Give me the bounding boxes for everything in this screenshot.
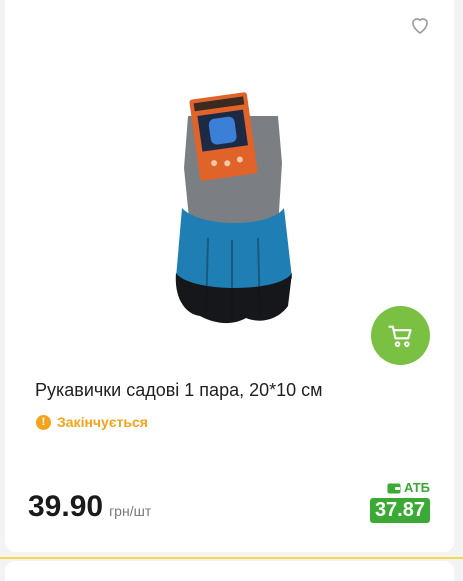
- wallet-icon: [387, 483, 401, 493]
- promo-brand-label: АТБ: [403, 480, 430, 495]
- favorite-button[interactable]: [408, 13, 432, 37]
- regular-price: 39.90 грн/шт: [28, 490, 151, 524]
- product-title[interactable]: Рукавички садові 1 пара, 20*10 см: [35, 380, 323, 401]
- product-card[interactable]: Рукавички садові 1 пара, 20*10 см ! Закі…: [5, 0, 454, 552]
- warning-icon: !: [36, 414, 51, 430]
- price-unit: грн/шт: [109, 503, 152, 519]
- add-to-cart-button[interactable]: [371, 306, 430, 365]
- promo-price-value: 37.87: [369, 498, 430, 523]
- divider: [0, 557, 463, 559]
- stock-status: ! Закінчується: [36, 414, 148, 430]
- cart-icon: [387, 325, 412, 347]
- product-image[interactable]: [160, 88, 305, 328]
- next-product-card[interactable]: [5, 561, 454, 581]
- price-value: 39.90: [28, 490, 104, 523]
- promo-price: АТБ 37.87: [369, 480, 430, 523]
- heart-icon: [412, 18, 428, 34]
- promo-brand: АТБ: [387, 480, 430, 495]
- stock-status-label: Закінчується: [57, 414, 148, 430]
